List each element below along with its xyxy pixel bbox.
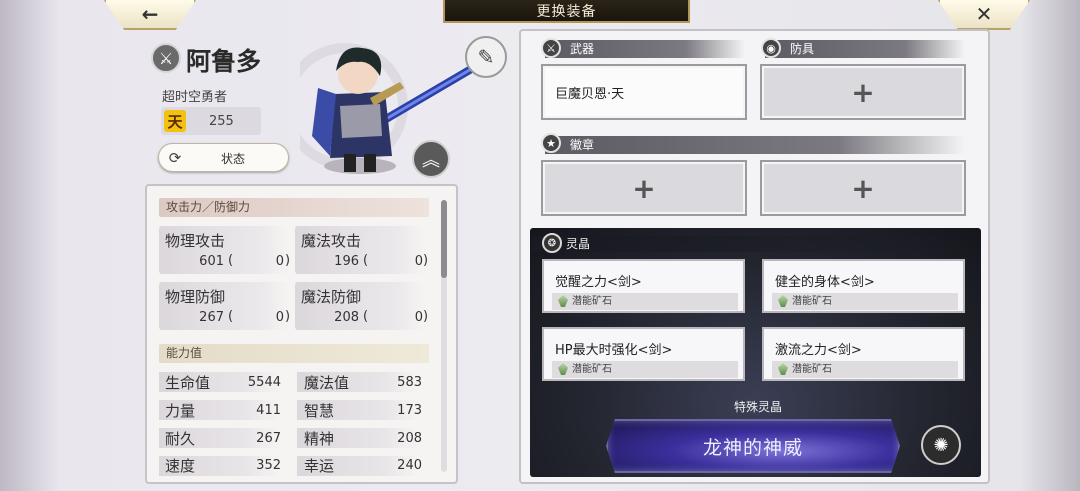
crystal-slot-1[interactable]: 觉醒之力<剑> 潜能矿石 [542,259,745,313]
weapon-slot[interactable]: 巨魔贝恩·天 [541,64,747,120]
crystal-name: 健全的身体<剑> [775,275,875,290]
back-button[interactable]: ← [104,0,196,30]
sword-class-icon: ⚔ [151,43,181,73]
ability-value: 208 [397,431,422,446]
stat-value: 208 [334,310,359,325]
screen-title: 更换装备 [443,0,690,23]
stat-bonus: 0 [414,310,423,325]
stat-label: 魔法攻击 [301,232,362,250]
stat-bonus-close: ) [285,309,291,324]
crystal-name: 激流之力<剑> [775,343,862,358]
crystal-name: 觉醒之力<剑> [555,275,642,290]
sword-icon: ⚔ [541,38,561,58]
attack-defense-header: 攻击力／防御力 [159,198,429,217]
character-name: 阿鲁多 [186,47,262,76]
stat-bonus: 0 [275,254,284,269]
special-crystal-icon-button[interactable]: ✺ [921,425,961,465]
note-button[interactable]: ✎ [465,36,507,78]
ability-value: 267 [256,431,281,446]
stat-label: 魔法防御 [301,288,362,306]
rank-value: 255 [209,114,234,129]
character-title: 超时空勇者 [162,90,228,105]
ability-label: 力量 [165,402,196,420]
stat-label: 物理防御 [165,288,226,306]
ability-value: 240 [397,458,422,473]
crystal-name: HP最大时强化<剑> [555,343,673,358]
stat-bonus-close: ) [423,309,429,324]
ability-value: 583 [397,375,422,390]
badge-slot-1[interactable]: + [541,160,747,216]
stat-value: 196 [334,254,359,269]
ability-value: 352 [256,458,281,473]
rank-icon: 天 [164,110,186,132]
ability-label: 耐久 [165,430,196,448]
crystal-tag: 潜能矿石 [552,293,738,310]
armor-slot[interactable]: + [760,64,966,120]
expand-up-button[interactable]: ︽ [412,140,450,178]
plus-icon: + [851,75,875,109]
badge-slot-2[interactable]: + [760,160,966,216]
crystal-slot-4[interactable]: 激流之力<剑> 潜能矿石 [762,327,965,381]
crystal-tag: 潜能矿石 [772,293,958,310]
ability-label: 精神 [304,430,335,448]
close-icon: ✕ [975,2,993,26]
ability-value: 5544 [247,375,281,390]
ability-label: 魔法值 [304,374,350,392]
stat-label: 物理攻击 [165,232,226,250]
crystal-category: 灵晶 [532,236,972,252]
plus-icon: + [851,171,875,205]
sparkle-icon: ✺ [933,434,949,456]
stat-bonus-close: ) [285,253,291,268]
crystal-slot-3[interactable]: HP最大时强化<剑> 潜能矿石 [542,327,745,381]
close-button[interactable]: ✕ [938,0,1030,30]
special-crystal-button[interactable]: 龙神的神威 [606,419,900,473]
ability-label: 智慧 [304,402,335,420]
refresh-icon: ⟳ [168,149,182,167]
stat-value: 267 [199,310,224,325]
stats-scroll-thumb[interactable] [441,200,447,278]
chevron-up-icon: ︽ [422,150,440,171]
crystal-icon: ❂ [542,233,562,253]
status-button-label: 状态 [221,152,246,166]
ability-value: 173 [397,403,422,418]
stat-bonus-close: ) [423,253,429,268]
stat-bonus: 0 [275,310,284,325]
badge-category: 徽章 [545,136,965,154]
note-icon: ✎ [477,45,495,69]
stat-value: 601 [199,254,224,269]
stat-bonus: 0 [414,254,423,269]
crystal-slot-2[interactable]: 健全的身体<剑> 潜能矿石 [762,259,965,313]
weapon-category: 武器 [545,40,745,58]
badge-icon: ★ [541,133,561,153]
ability-header: 能力值 [159,344,429,363]
crystal-tag: 潜能矿石 [772,361,958,378]
ability-label: 幸运 [304,457,335,475]
crystal-tag: 潜能矿石 [552,361,738,378]
ability-value: 411 [256,403,281,418]
plus-icon: + [632,171,656,205]
special-crystal-label: 特殊灵晶 [733,400,782,414]
ability-label: 生命值 [165,374,211,392]
armor-category: 防具 [765,40,965,58]
ability-label: 速度 [165,457,196,475]
shield-icon: ◉ [761,38,781,58]
back-arrow-icon: ← [141,2,159,26]
